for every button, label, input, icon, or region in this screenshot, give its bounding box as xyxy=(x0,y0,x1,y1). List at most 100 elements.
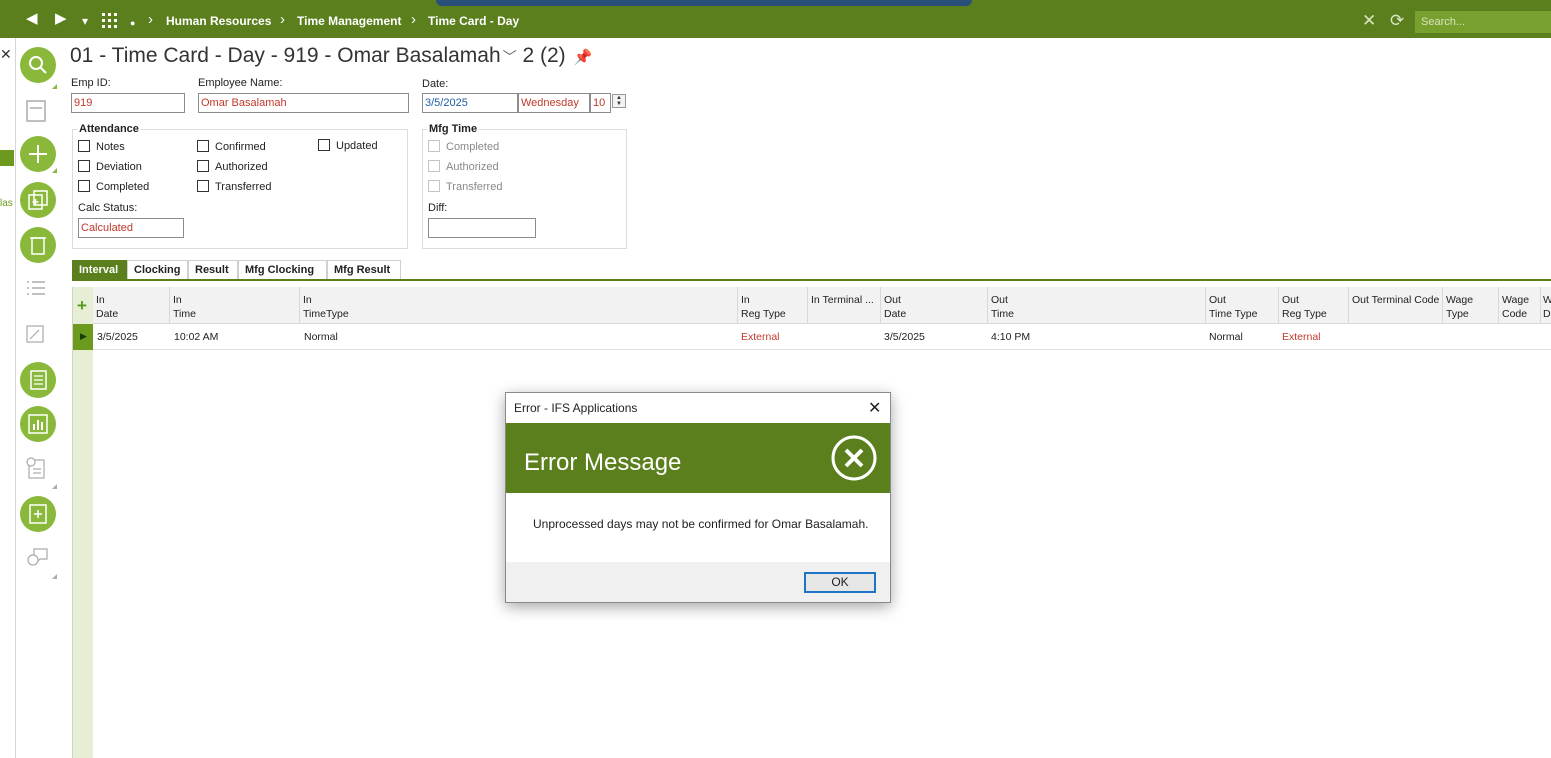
pin-icon[interactable]: 📌 xyxy=(574,49,593,66)
week-spinner[interactable]: ▲ ▼ xyxy=(612,94,626,108)
col-out-time[interactable]: Out Time xyxy=(988,287,1206,324)
col-wage-desc[interactable]: WDe xyxy=(1541,287,1551,324)
cell-in-timetype[interactable]: Normal xyxy=(304,331,338,343)
page-title: 01 - Time Card - Day - 919 - Omar Basala… xyxy=(70,44,592,68)
form-view-icon[interactable] xyxy=(26,100,46,125)
rail-corner xyxy=(52,484,57,489)
week-number-field[interactable]: 10 xyxy=(590,93,611,113)
dialog-heading: Error Message xyxy=(524,449,682,476)
new-record-button[interactable] xyxy=(20,136,56,172)
panel-tab[interactable] xyxy=(0,150,14,166)
breadcrumb-time-management[interactable]: Time Management xyxy=(297,14,401,28)
chevron-right-icon: › xyxy=(411,11,416,28)
tab-underline xyxy=(72,279,1551,281)
employee-name-field[interactable]: Omar Basalamah xyxy=(198,93,409,113)
bar-chart-icon xyxy=(28,414,48,434)
cell-in-time[interactable]: 10:02 AM xyxy=(174,331,218,343)
home-dot-icon[interactable]: ● xyxy=(130,15,135,31)
duplicate-icon xyxy=(28,190,48,210)
current-row-indicator[interactable]: ▶ xyxy=(73,324,93,350)
error-dialog: Error - IFS Applications ✕ Error Message… xyxy=(505,392,891,603)
tab-mfg-result[interactable]: Mfg Result xyxy=(327,260,401,279)
deviation-checkbox[interactable]: Deviation xyxy=(78,160,142,173)
cell-out-reg-type[interactable]: External xyxy=(1282,331,1321,343)
cell-out-date[interactable]: 3/5/2025 xyxy=(884,331,925,343)
page-title-text: 01 - Time Card - Day - 919 - Omar Basala… xyxy=(70,44,501,67)
row-selector-gutter: + ▶ xyxy=(73,287,93,758)
error-circle-icon xyxy=(831,435,877,481)
updated-checkbox[interactable]: Updated xyxy=(318,139,378,152)
comment-icon[interactable] xyxy=(26,546,50,573)
dialog-footer: OK xyxy=(506,562,890,602)
window-tab-notch xyxy=(436,0,972,6)
col-out-time-type[interactable]: Out Time Type xyxy=(1206,287,1279,324)
search-icon xyxy=(29,56,47,74)
diff-field xyxy=(428,218,536,238)
search-action-button[interactable] xyxy=(20,47,56,83)
emp-id-field[interactable]: 919 xyxy=(71,93,185,113)
list-view-icon[interactable] xyxy=(26,280,46,301)
transferred-checkbox[interactable]: Transferred xyxy=(197,180,271,193)
row-pointer-icon: ▶ xyxy=(80,331,87,341)
notes-checkbox[interactable]: Notes xyxy=(78,140,125,153)
authorized-checkbox[interactable]: Authorized xyxy=(197,160,268,173)
left-collapsed-panel: ✕ las xyxy=(0,38,16,758)
tab-interval[interactable]: Interval xyxy=(72,260,127,279)
breadcrumb-time-card-day[interactable]: Time Card - Day xyxy=(428,14,519,28)
close-icon[interactable]: ✕ xyxy=(1362,11,1376,31)
mfg-authorized-checkbox: Authorized xyxy=(428,160,499,173)
history-dropdown-icon[interactable]: ▾ xyxy=(82,13,88,29)
col-in-date[interactable]: In Date xyxy=(93,287,170,324)
breadcrumb-human-resources[interactable]: Human Resources xyxy=(166,14,271,28)
grid-header: In Date In Time In TimeType In Reg Type In T… xyxy=(73,287,1551,324)
info-document-icon[interactable] xyxy=(26,457,46,482)
attendance-title: Attendance xyxy=(77,123,141,135)
record-count: 2 (2) xyxy=(522,44,566,67)
date-field[interactable]: 3/5/2025 xyxy=(422,93,518,113)
cell-in-reg-type[interactable]: External xyxy=(741,331,780,343)
rail-corner xyxy=(52,574,57,579)
completed-checkbox[interactable]: Completed xyxy=(78,180,149,193)
details-button[interactable] xyxy=(20,362,56,398)
forward-icon[interactable]: ▶ xyxy=(55,11,67,27)
grid-icon[interactable] xyxy=(102,13,118,33)
col-out-date[interactable]: Out Date xyxy=(881,287,988,324)
tab-result[interactable]: Result xyxy=(188,260,238,279)
duplicate-button[interactable] xyxy=(20,182,56,218)
chevron-down-icon[interactable]: ﹀ xyxy=(503,49,517,65)
col-wage-code[interactable]: Wage Code xyxy=(1499,287,1541,324)
ok-button[interactable]: OK xyxy=(804,572,876,593)
cell-out-time[interactable]: 4:10 PM xyxy=(991,331,1030,343)
search-input[interactable] xyxy=(1415,11,1551,33)
date-label: Date: xyxy=(422,78,449,90)
chevron-right-icon: › xyxy=(148,11,153,28)
col-in-timetype[interactable]: In TimeType xyxy=(300,287,738,324)
col-in-reg-type[interactable]: In Reg Type xyxy=(738,287,808,324)
table-row[interactable]: 3/5/2025 10:02 AM Normal External 3/5/20… xyxy=(73,324,1551,350)
add-attachment-button[interactable] xyxy=(20,496,56,532)
col-out-reg-type[interactable]: Out Reg Type xyxy=(1279,287,1349,324)
col-out-terminal-code[interactable]: Out Terminal Code xyxy=(1349,287,1443,324)
diff-label: Diff: xyxy=(428,202,448,214)
cell-out-time-type[interactable]: Normal xyxy=(1209,331,1243,343)
tab-mfg-clocking[interactable]: Mfg Clocking xyxy=(238,260,327,279)
analysis-button[interactable] xyxy=(20,406,56,442)
cell-in-date[interactable]: 3/5/2025 xyxy=(97,331,138,343)
add-row-icon[interactable]: + xyxy=(77,296,87,316)
close-panel-icon[interactable]: ✕ xyxy=(0,46,12,63)
confirmed-checkbox[interactable]: Confirmed xyxy=(197,140,266,153)
dialog-close-icon[interactable]: ✕ xyxy=(868,398,881,418)
back-icon[interactable]: ◀ xyxy=(26,11,38,27)
rail-corner xyxy=(52,168,57,173)
refresh-icon[interactable]: ⟳ xyxy=(1390,11,1404,31)
col-in-time[interactable]: In Time xyxy=(170,287,300,324)
employee-name-label: Employee Name: xyxy=(198,77,283,89)
emp-id-label: Emp ID: xyxy=(71,77,111,89)
export-icon[interactable] xyxy=(26,325,44,346)
calc-status-field: Calculated xyxy=(78,218,184,238)
delete-button[interactable] xyxy=(20,227,56,263)
tab-clocking[interactable]: Clocking xyxy=(127,260,188,279)
col-wage-type[interactable]: Wage Type xyxy=(1443,287,1499,324)
chevron-right-icon: › xyxy=(280,11,285,28)
col-in-terminal[interactable]: In Terminal ... xyxy=(808,287,881,324)
